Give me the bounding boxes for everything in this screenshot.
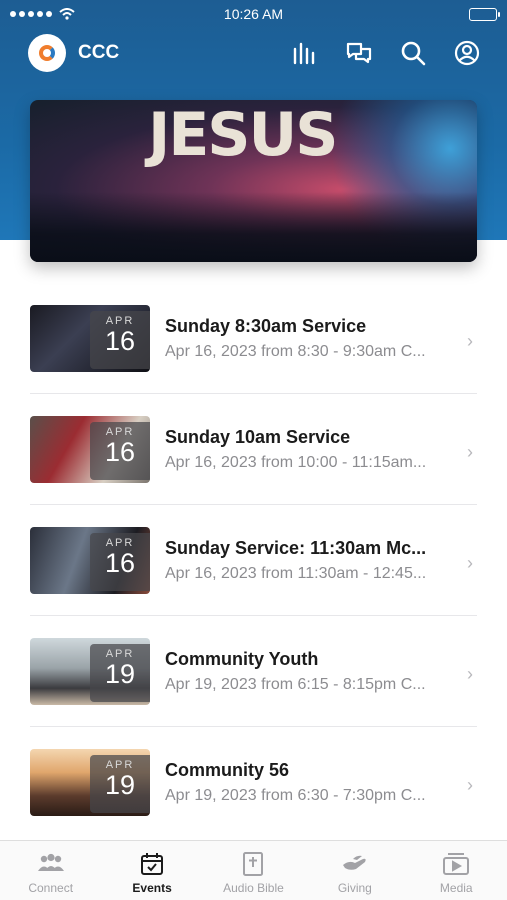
tab-audio-bible[interactable]: Audio Bible bbox=[203, 841, 304, 900]
tab-label: Connect bbox=[28, 881, 74, 895]
date-badge: APR 19 bbox=[90, 643, 150, 702]
church-logo[interactable] bbox=[28, 34, 66, 72]
search-icon[interactable] bbox=[400, 40, 426, 66]
date-badge: APR 16 bbox=[90, 532, 150, 591]
tab-label: Events bbox=[132, 881, 172, 895]
media-play-icon bbox=[441, 851, 471, 877]
bottom-tab-bar: Connect Events Audio Bible Giving Media bbox=[0, 840, 507, 900]
event-thumbnail: APR 16 bbox=[30, 415, 150, 483]
events-list: APR 16 Sunday 8:30am Service Apr 16, 202… bbox=[30, 283, 477, 838]
chat-icon[interactable] bbox=[346, 40, 372, 66]
bible-icon bbox=[238, 851, 268, 877]
event-row[interactable]: APR 19 Community Youth Apr 19, 2023 from… bbox=[30, 616, 477, 727]
people-icon bbox=[36, 851, 66, 877]
chevron-right-icon: › bbox=[467, 331, 473, 351]
calendar-icon bbox=[137, 851, 167, 877]
status-time: 10:26 AM bbox=[223, 6, 284, 22]
tab-label: Giving bbox=[337, 881, 372, 895]
chevron-right-icon: › bbox=[467, 664, 473, 684]
event-subtitle: Apr 16, 2023 from 10:00 - 11:15am... bbox=[165, 453, 427, 471]
tab-label: Media bbox=[439, 881, 473, 895]
event-row[interactable]: APR 16 Sunday 10am Service Apr 16, 2023 … bbox=[30, 394, 477, 505]
battery-icon bbox=[469, 7, 500, 21]
date-badge: APR 16 bbox=[90, 310, 150, 369]
event-title: Sunday 8:30am Service bbox=[165, 315, 367, 336]
event-title: Community Youth bbox=[165, 648, 319, 669]
event-subtitle: Apr 19, 2023 from 6:15 - 8:15pm C... bbox=[165, 675, 426, 693]
event-thumbnail: APR 16 bbox=[30, 304, 150, 372]
hero-banner[interactable]: JESUS bbox=[30, 100, 477, 262]
audio-bars-icon[interactable] bbox=[292, 40, 318, 66]
profile-icon[interactable] bbox=[454, 40, 480, 66]
event-row[interactable]: APR 19 Community 56 Apr 19, 2023 from 6:… bbox=[30, 727, 477, 838]
app-bar: CCC bbox=[28, 33, 480, 73]
app-title: CCC bbox=[78, 42, 120, 63]
tab-giving[interactable]: Giving bbox=[304, 841, 405, 900]
hero-text: JESUS bbox=[148, 100, 338, 170]
date-badge: APR 16 bbox=[90, 421, 150, 480]
date-badge: APR 19 bbox=[90, 755, 150, 813]
event-thumbnail: APR 19 bbox=[30, 749, 150, 816]
event-thumbnail: APR 19 bbox=[30, 637, 150, 705]
event-subtitle: Apr 16, 2023 from 8:30 - 9:30am C... bbox=[165, 342, 426, 360]
event-row[interactable]: APR 16 Sunday 8:30am Service Apr 16, 202… bbox=[30, 283, 477, 394]
chevron-right-icon: › bbox=[467, 442, 473, 462]
chevron-right-icon: › bbox=[467, 553, 473, 573]
status-bar: 10:26 AM bbox=[0, 0, 507, 28]
tab-label: Audio Bible bbox=[223, 881, 284, 895]
giving-hand-icon bbox=[340, 851, 370, 877]
event-thumbnail: APR 16 bbox=[30, 526, 150, 594]
tab-connect[interactable]: Connect bbox=[0, 841, 101, 900]
tab-media[interactable]: Media bbox=[406, 841, 507, 900]
hero-crowd-silhouette bbox=[30, 192, 477, 262]
event-title: Sunday Service: 11:30am Mc... bbox=[165, 537, 427, 558]
event-title: Sunday 10am Service bbox=[165, 426, 351, 447]
event-subtitle: Apr 16, 2023 from 11:30am - 12:45... bbox=[165, 564, 427, 582]
event-row[interactable]: APR 16 Sunday Service: 11:30am Mc... Apr… bbox=[30, 505, 477, 616]
event-subtitle: Apr 19, 2023 from 6:30 - 7:30pm C... bbox=[165, 787, 426, 804]
event-title: Community 56 bbox=[165, 760, 290, 780]
tab-events[interactable]: Events bbox=[102, 841, 203, 900]
chevron-right-icon: › bbox=[467, 775, 473, 795]
